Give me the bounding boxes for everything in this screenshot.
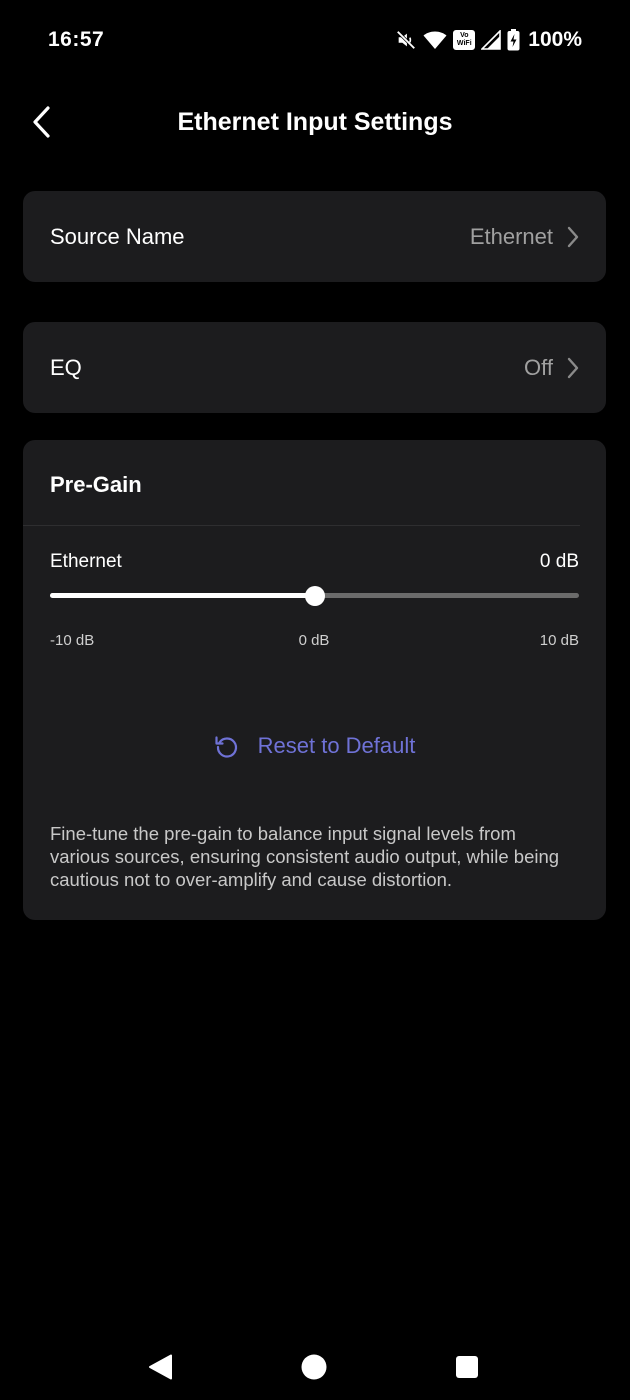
source-name-label: Source Name	[50, 223, 185, 249]
chevron-right-icon	[567, 357, 579, 378]
chevron-right-icon	[567, 226, 579, 247]
tick-min-label: -10 dB	[50, 632, 95, 649]
divider	[23, 525, 580, 526]
nav-back-button[interactable]	[143, 1350, 177, 1384]
page-title: Ethernet Input Settings	[177, 108, 453, 136]
signal-icon	[481, 30, 502, 50]
tick-mid-label: 0 dB	[298, 632, 330, 649]
mute-icon	[395, 29, 417, 51]
wifi-icon	[423, 30, 447, 50]
nav-recents-button[interactable]	[450, 1350, 484, 1384]
screen: 16:57 Vo WiFi 100% Ethernet Input Settin…	[0, 0, 630, 1400]
reset-label: Reset to Default	[257, 733, 416, 758]
navigation-bar	[0, 1330, 630, 1400]
recents-square-icon	[456, 1356, 478, 1378]
pre-gain-title: Pre-Gain	[50, 472, 142, 497]
tick-max-label: 10 dB	[539, 632, 579, 649]
source-name-right: Ethernet	[470, 224, 579, 250]
source-name-value: Ethernet	[469, 223, 553, 249]
reset-to-default-button[interactable]: Reset to Default	[23, 733, 606, 759]
eq-right: Off	[524, 355, 579, 381]
nav-home-button[interactable]	[297, 1350, 331, 1384]
eq-value: Off	[524, 354, 553, 380]
header: Ethernet Input Settings	[0, 88, 630, 160]
pre-gain-slider[interactable]	[50, 586, 579, 606]
status-time: 16:57	[48, 28, 105, 51]
slider-thumb[interactable]	[305, 586, 325, 606]
reset-icon	[215, 736, 237, 758]
status-bar: 16:57 Vo WiFi 100%	[0, 0, 630, 80]
slider-channel-label: Ethernet	[50, 551, 122, 572]
pre-gain-description: Fine-tune the pre-gain to balance input …	[50, 823, 560, 890]
pre-gain-card: Pre-Gain Ethernet 0 dB -10 dB 0 dB 10 dB…	[23, 440, 606, 920]
source-name-row[interactable]: Source Name Ethernet	[23, 191, 606, 282]
slider-fill	[50, 593, 315, 598]
battery-percent: 100%	[528, 28, 582, 51]
battery-charging-icon	[507, 29, 520, 51]
eq-row[interactable]: EQ Off	[23, 322, 606, 413]
back-triangle-icon	[149, 1354, 172, 1380]
eq-label: EQ	[50, 354, 82, 380]
home-circle-icon	[301, 1354, 327, 1380]
status-icons: Vo WiFi 100%	[395, 27, 582, 53]
slider-current-value: 0 dB	[539, 551, 579, 572]
vowifi-icon: Vo WiFi	[453, 30, 476, 50]
